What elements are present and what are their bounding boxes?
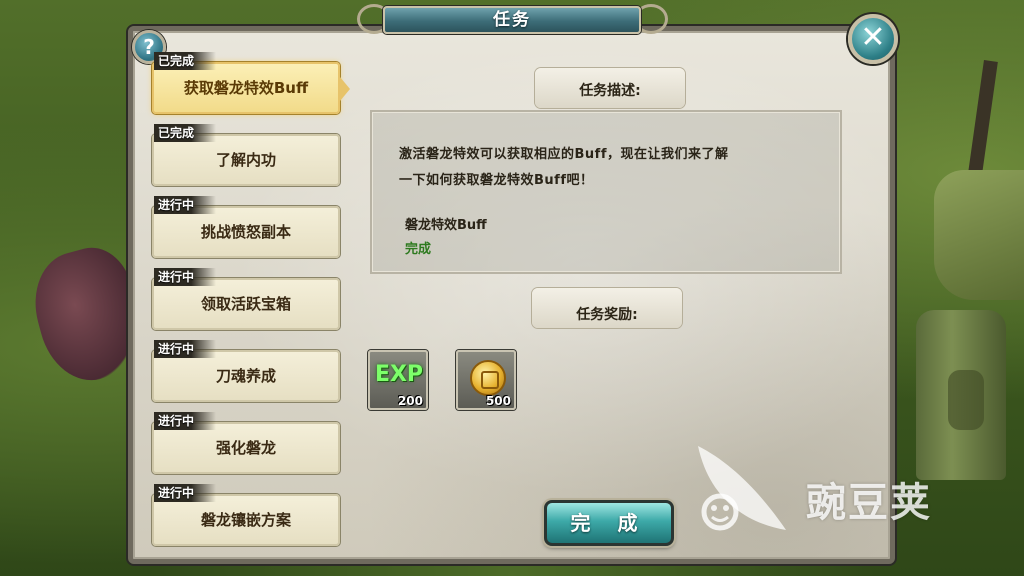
quest-status-badge: 进行中 — [154, 484, 217, 502]
rewards-heading: 任务奖励: — [576, 307, 638, 323]
reward-quantity: 500 — [485, 394, 511, 408]
mossy-rock — [934, 170, 1024, 300]
quest-status-badge: 进行中 — [154, 340, 217, 358]
quest-item[interactable]: 强化磐龙 进行中 — [152, 412, 340, 476]
exp-icon: EXP — [374, 362, 424, 387]
quest-list: 获取磐龙特效Buff 已完成 了解内功 已完成 挑战愤怒副本 进行中 领取活跃宝… — [150, 52, 350, 552]
quest-item[interactable]: 了解内功 已完成 — [152, 124, 340, 188]
pea-pod-logo-icon — [698, 446, 786, 531]
description-heading: 任务描述: — [579, 83, 641, 99]
quest-status-badge: 已完成 — [154, 52, 217, 70]
objective-status: 完成 — [405, 242, 432, 257]
selected-arrow-icon — [340, 77, 350, 101]
quest-item[interactable]: 挑战愤怒副本 进行中 — [152, 196, 340, 260]
quest-item[interactable]: 刀魂养成 进行中 — [152, 340, 340, 404]
description-line: 一下如何获取磐龙特效Buff吧！ — [399, 173, 594, 188]
totem-face — [948, 370, 984, 430]
window-title: 任务 — [383, 6, 641, 34]
quest-item[interactable]: 领取活跃宝箱 进行中 — [152, 268, 340, 332]
description-line: 激活磐龙特效可以获取相应的Buff，现在让我们来了解 — [399, 147, 729, 162]
close-icon[interactable]: ✕ — [848, 14, 898, 64]
quest-status-badge: 进行中 — [154, 196, 217, 214]
watermark-text: 豌豆荚 — [806, 480, 932, 526]
quest-status-badge: 已完成 — [154, 124, 217, 142]
quest-item[interactable]: 磐龙镶嵌方案 进行中 — [152, 484, 340, 548]
quest-status-badge: 进行中 — [154, 268, 217, 286]
gold-coin-icon — [470, 360, 506, 396]
quest-item-active[interactable]: 获取磐龙特效Buff 已完成 — [152, 52, 350, 116]
complete-button[interactable]: 完 成 — [544, 500, 674, 546]
description-text: 激活磐龙特效可以获取相应的Buff，现在让我们来了解 一下如何获取磐龙特效Buf… — [399, 142, 809, 194]
reward-quantity: 200 — [397, 394, 423, 408]
reward-gold[interactable]: 500 — [456, 350, 516, 410]
objective-label: 磐龙特效Buff — [405, 218, 487, 233]
quest-status-badge: 进行中 — [154, 412, 217, 430]
reward-exp[interactable]: EXP 200 — [368, 350, 428, 410]
